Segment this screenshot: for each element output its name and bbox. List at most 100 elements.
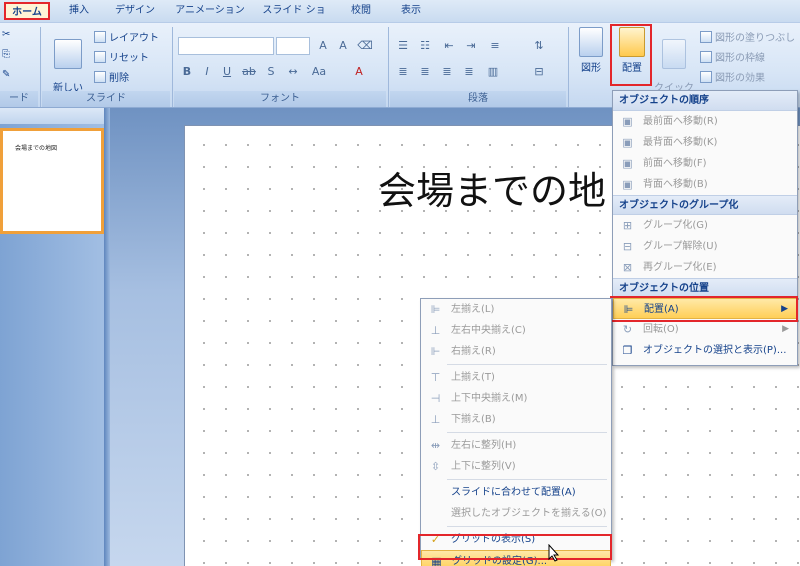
effects-icon <box>700 70 712 83</box>
position-header: オブジェクトの位置 <box>613 278 797 298</box>
shape-fill-button[interactable]: 図形の塗りつぶし <box>700 29 795 44</box>
delete-icon <box>94 70 106 83</box>
reset-button[interactable]: リセット <box>94 49 149 64</box>
copy-icon[interactable]: ⎘ <box>2 49 10 60</box>
bullets-icon[interactable]: ☰ <box>394 37 412 54</box>
align-bottom-item[interactable]: ⊥ 下揃え(B) <box>421 409 611 430</box>
grid-settings-highlight-box <box>418 534 612 560</box>
slide-title[interactable]: 会場までの地 <box>378 160 606 215</box>
rotate-icon: ↻ <box>622 323 633 336</box>
bring-forward-item[interactable]: ▣ 前面へ移動(F) <box>613 153 797 174</box>
shapes-button[interactable]: 図形 <box>574 27 608 74</box>
font-color-icon[interactable]: A <box>350 63 368 80</box>
regroup-item[interactable]: ⊠ 再グループ化(E) <box>613 257 797 278</box>
change-case-icon[interactable]: Aa <box>310 63 328 80</box>
shadow-icon[interactable]: S <box>262 63 280 80</box>
distribute-horizontal-icon: ⇹ <box>430 439 441 452</box>
align-right-menu-icon: ⊩ <box>430 345 441 358</box>
send-to-back-icon: ▣ <box>622 136 633 149</box>
bold-icon[interactable]: B <box>178 63 196 80</box>
slides-group-label: スライド <box>42 91 170 107</box>
reset-icon <box>94 50 106 63</box>
pen-icon <box>700 50 712 63</box>
shape-outline-button[interactable]: 図形の枠線 <box>700 49 765 64</box>
align-center-item[interactable]: ⊥ 左右中央揃え(C) <box>421 320 611 341</box>
send-to-back-item[interactable]: ▣ 最背面へ移動(K) <box>613 132 797 153</box>
numbering-icon[interactable]: ☷ <box>416 37 434 54</box>
shrink-font-icon[interactable]: A <box>334 37 352 54</box>
align-to-slide-item[interactable]: スライドに合わせて配置(A) <box>421 482 611 503</box>
slides-panel: 会場までの地図 <box>0 108 110 566</box>
layout-icon <box>94 30 106 43</box>
ungroup-icon: ⊟ <box>622 240 633 253</box>
increase-indent-icon[interactable]: ⇥ <box>462 37 480 54</box>
underline-icon[interactable]: U <box>218 63 236 80</box>
selection-pane-item[interactable]: ❐ オブジェクトの選択と表示(P)... <box>613 340 797 361</box>
order-header: オブジェクトの順序 <box>613 91 797 111</box>
align-item-highlight-box <box>610 296 798 322</box>
regroup-icon: ⊠ <box>622 261 633 274</box>
font-name-combo[interactable] <box>178 37 274 55</box>
distribute-vertically-item[interactable]: ⇳ 上下に整列(V) <box>421 456 611 477</box>
align-top-icon: ⊤ <box>430 371 441 384</box>
slides-panel-tabs[interactable] <box>0 108 110 124</box>
font-size-combo[interactable] <box>276 37 310 55</box>
delete-button[interactable]: 削除 <box>94 69 129 84</box>
layout-button[interactable]: レイアウト <box>94 29 159 44</box>
font-group-label: フォント <box>174 91 386 107</box>
distribute-horizontally-item[interactable]: ⇹ 左右に整列(H) <box>421 435 611 456</box>
bring-to-front-item[interactable]: ▣ 最前面へ移動(R) <box>613 111 797 132</box>
align-center-icon[interactable]: ≣ <box>416 63 434 80</box>
group-item[interactable]: ⊞ グループ化(G) <box>613 215 797 236</box>
ribbon-tab-bar: ホーム 挿入 デザイン アニメーション スライド ショー 校閲 表示 <box>0 0 800 34</box>
tab-design[interactable]: デザイン <box>110 2 160 20</box>
format-painter-icon[interactable]: ✎ <box>2 69 10 80</box>
align-left-item[interactable]: ⊫ 左揃え(L) <box>421 299 611 320</box>
tab-slideshow[interactable]: スライド ショー <box>258 2 330 34</box>
clear-format-icon[interactable]: ⌫ <box>356 37 374 54</box>
align-top-item[interactable]: ⊤ 上揃え(T) <box>421 367 611 388</box>
slide-thumbnail[interactable]: 会場までの地図 <box>0 128 104 234</box>
tab-home[interactable]: ホーム <box>4 2 50 20</box>
group-icon: ⊞ <box>622 219 633 232</box>
align-center-menu-icon: ⊥ <box>430 324 441 337</box>
paint-bucket-icon <box>700 30 712 43</box>
tab-review[interactable]: 校閲 <box>344 2 378 20</box>
clipboard-group-label: ード <box>0 91 38 107</box>
align-selected-objects-item[interactable]: 選択したオブジェクトを揃える(O) <box>421 503 611 524</box>
new-slide-icon <box>54 39 82 69</box>
tab-animations[interactable]: アニメーション <box>172 2 248 20</box>
line-spacing-icon[interactable]: ≡ <box>486 37 504 54</box>
mouse-cursor-icon <box>548 544 560 562</box>
align-left-menu-icon: ⊫ <box>430 303 441 316</box>
cut-icon[interactable]: ✂ <box>2 29 10 40</box>
panel-splitter[interactable] <box>104 108 110 566</box>
decrease-indent-icon[interactable]: ⇤ <box>440 37 458 54</box>
align-left-icon[interactable]: ≣ <box>394 63 412 80</box>
bring-to-front-icon: ▣ <box>622 115 633 128</box>
send-backward-icon: ▣ <box>622 178 633 191</box>
align-text-icon[interactable]: ⊟ <box>530 63 548 80</box>
justify-icon[interactable]: ≣ <box>460 63 478 80</box>
rotate-item[interactable]: ↻ 回転(O) ▶ <box>613 319 797 340</box>
char-spacing-icon[interactable]: ↔ <box>284 63 302 80</box>
strikethrough-icon[interactable]: ab <box>240 63 258 80</box>
columns-icon[interactable]: ▥ <box>484 63 502 80</box>
align-right-icon[interactable]: ≣ <box>438 63 456 80</box>
text-direction-icon[interactable]: ⇅ <box>530 37 548 54</box>
arrange-highlight-box <box>610 24 652 86</box>
shapes-icon <box>579 27 603 57</box>
selection-pane-icon: ❐ <box>622 344 633 357</box>
rotate-submenu-arrow-icon: ▶ <box>782 324 789 334</box>
group-header: オブジェクトのグループ化 <box>613 195 797 215</box>
tab-insert[interactable]: 挿入 <box>62 2 96 20</box>
align-middle-item[interactable]: ⊣ 上下中央揃え(M) <box>421 388 611 409</box>
italic-icon[interactable]: I <box>198 63 216 80</box>
align-right-item[interactable]: ⊩ 右揃え(R) <box>421 341 611 362</box>
tab-view[interactable]: 表示 <box>394 2 428 20</box>
shape-effects-button[interactable]: 図形の効果 <box>700 69 765 84</box>
grow-font-icon[interactable]: A <box>314 37 332 54</box>
send-backward-item[interactable]: ▣ 背面へ移動(B) <box>613 174 797 195</box>
ungroup-item[interactable]: ⊟ グループ解除(U) <box>613 236 797 257</box>
paragraph-group-label: 段落 <box>390 91 566 107</box>
